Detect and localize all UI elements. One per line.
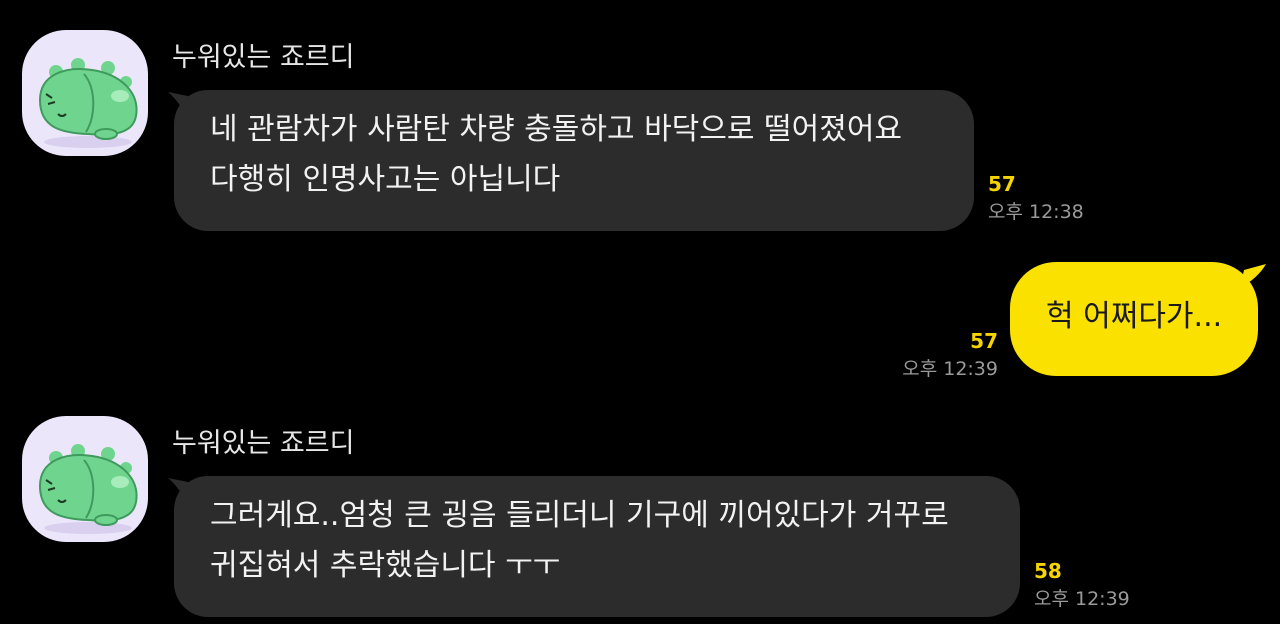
message-text: 귀집혀서 추락했습니다 ㅜㅜ: [210, 548, 561, 583]
message-meta: 58 오후 12:39: [1034, 559, 1130, 611]
jordy-dinosaur-icon: [38, 444, 138, 534]
message-text: 네 관람차가 사람탄 차량 충돌하고 바닥으로 떨어졌어요: [210, 112, 903, 147]
message-bubble[interactable]: 그러게요..엄청 큰 굉음 들리더니 기구에 끼어있다가 거꾸로 귀집혀서 추락…: [174, 476, 1020, 617]
unread-count: 57: [988, 172, 1016, 196]
message-meta: 57 오후 12:38: [988, 172, 1084, 224]
message-bubble[interactable]: 네 관람차가 사람탄 차량 충돌하고 바닥으로 떨어졌어요 다행히 인명사고는 …: [174, 90, 974, 231]
message-time: 오후 12:39: [1034, 588, 1130, 610]
unread-count: 58: [1034, 559, 1062, 583]
message-time: 오후 12:39: [902, 358, 998, 380]
chat-room: 누워있는 죠르디 네 관람차가 사람탄 차량 충돌하고 바닥으로 떨어졌어요 다…: [0, 0, 1280, 624]
message-time: 오후 12:38: [988, 201, 1084, 223]
jordy-avatar-icon[interactable]: [22, 416, 148, 542]
jordy-avatar-icon[interactable]: [22, 30, 148, 156]
message-meta: 57 오후 12:39: [902, 329, 998, 381]
sender-name: 누워있는 죠르디: [172, 42, 355, 73]
unread-count: 57: [970, 329, 998, 353]
sender-name: 누워있는 죠르디: [172, 428, 355, 459]
message-text: 헉 어쩌다가...: [1046, 299, 1223, 334]
bubble-tail: [1240, 264, 1266, 288]
jordy-dinosaur-icon: [38, 58, 138, 148]
message-text: 다행히 인명사고는 아닙니다: [210, 162, 561, 197]
message-bubble[interactable]: 헉 어쩌다가...: [1010, 262, 1258, 376]
message-text: 그러게요..엄청 큰 굉음 들리더니 기구에 끼어있다가 거꾸로: [210, 498, 949, 533]
